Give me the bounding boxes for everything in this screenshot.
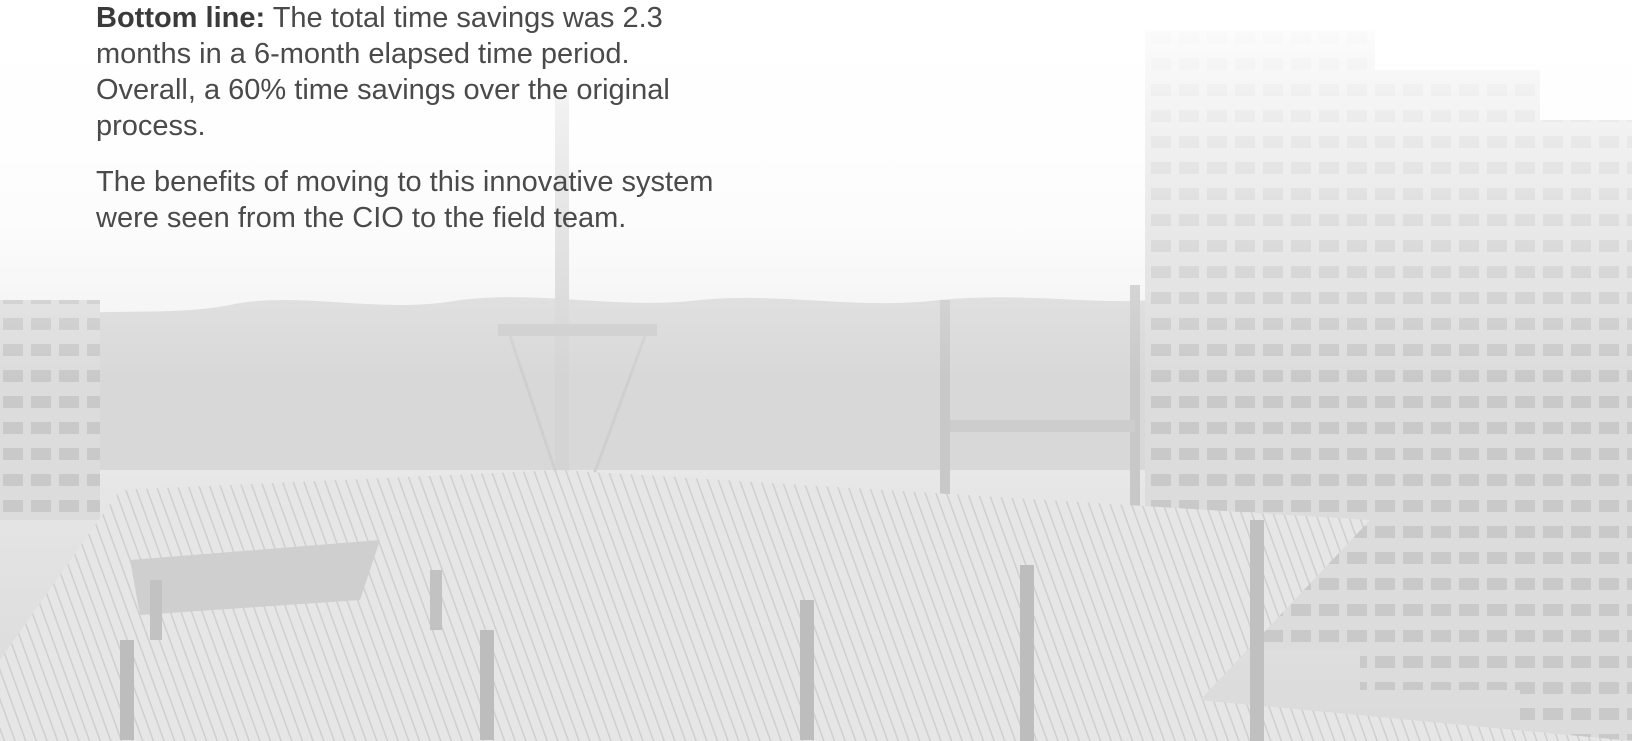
case-study-copy: Bottom line: The total time savings was … — [96, 0, 776, 236]
page-canvas: Bottom line: The total time savings was … — [0, 0, 1632, 741]
bottom-line-paragraph: Bottom line: The total time savings was … — [96, 0, 736, 144]
benefits-paragraph: The benefits of moving to this innovativ… — [96, 166, 714, 234]
bottom-line-lead: Bottom line: — [96, 2, 266, 34]
